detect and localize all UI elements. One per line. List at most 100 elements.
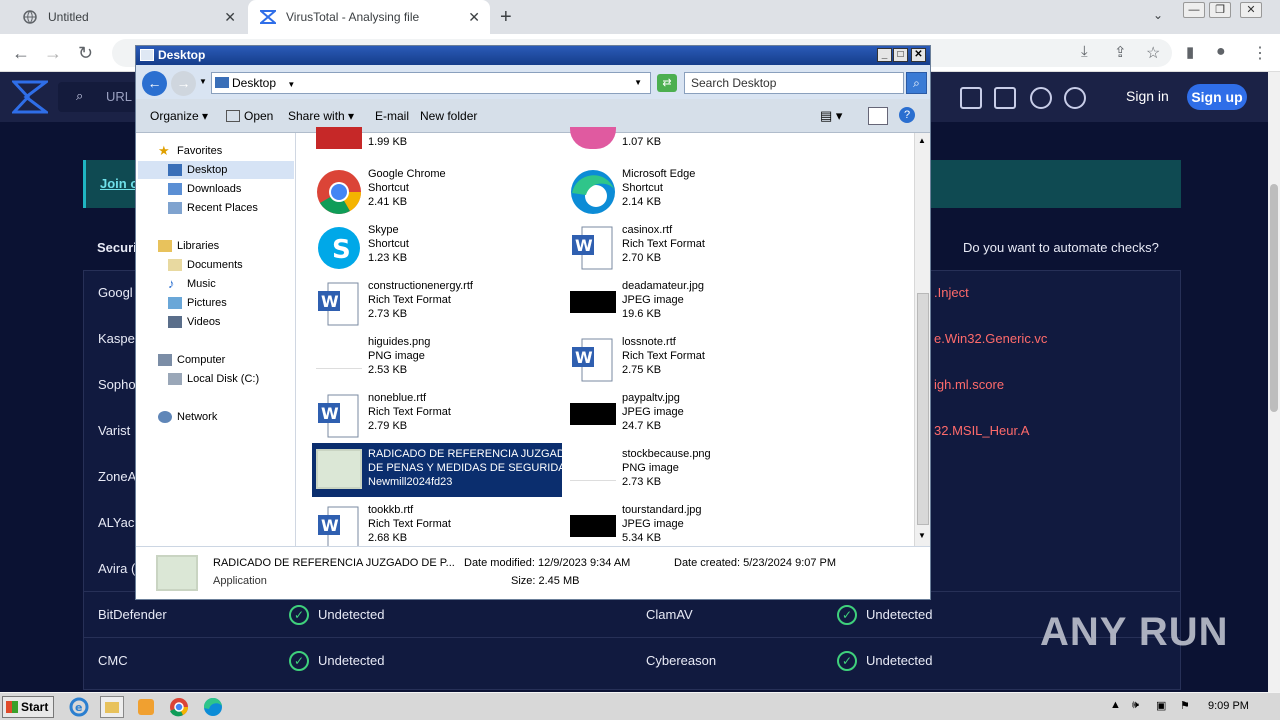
side-panel-icon[interactable]: ▮ bbox=[1186, 43, 1194, 61]
scrollbar-thumb[interactable] bbox=[917, 293, 929, 525]
nav-libraries[interactable]: Libraries bbox=[158, 240, 219, 252]
close-tab-icon[interactable]: ✕ bbox=[224, 9, 236, 26]
help-icon[interactable]: ? bbox=[899, 107, 915, 123]
close-window-icon[interactable]: ✕ bbox=[1240, 2, 1262, 18]
maximize-button[interactable]: □ bbox=[893, 48, 908, 62]
organize-button[interactable]: Organize ▾ bbox=[150, 109, 208, 123]
file-item[interactable]: W tookkb.rtf Rich Text Format 2.68 KB bbox=[312, 499, 562, 553]
breadcrumb-arrow-icon[interactable]: ▼ bbox=[287, 80, 295, 89]
window-titlebar[interactable]: Desktop _ □ ✕ bbox=[136, 46, 930, 65]
virustotal-icon bbox=[260, 9, 276, 25]
file-list-scrollbar[interactable]: ▲ ▼ bbox=[914, 133, 930, 546]
file-item[interactable]: tourstandard.jpg JPEG image 5.34 KB bbox=[566, 499, 816, 553]
edge-taskbar-icon[interactable] bbox=[202, 696, 226, 718]
nav-desktop[interactable]: Desktop bbox=[168, 164, 227, 176]
signin-link[interactable]: Sign in bbox=[1126, 88, 1169, 104]
tray-sound-icon[interactable]: 🕪 bbox=[1132, 699, 1139, 712]
chat-icon[interactable] bbox=[994, 87, 1016, 109]
email-button[interactable]: E-mail bbox=[375, 109, 409, 123]
nav-local-disk[interactable]: Local Disk (C:) bbox=[168, 373, 259, 385]
refresh-button[interactable]: ⇄ bbox=[657, 74, 677, 92]
help-icon[interactable] bbox=[1030, 87, 1052, 109]
new-folder-button[interactable]: New folder bbox=[420, 109, 477, 123]
ie-icon[interactable]: e bbox=[68, 696, 92, 718]
tab-bar: Untitled ✕ VirusTotal - Analysing file ✕… bbox=[0, 0, 1280, 34]
clock[interactable]: 9:09 PM bbox=[1208, 700, 1249, 712]
profile-icon[interactable]: ● bbox=[1216, 43, 1226, 61]
nav-music[interactable]: ♪ Music bbox=[168, 276, 216, 291]
restore-icon[interactable]: ❐ bbox=[1209, 2, 1231, 18]
explorer-taskbar-icon[interactable] bbox=[100, 696, 124, 718]
page-scrollbar[interactable] bbox=[1268, 72, 1280, 692]
nav-network[interactable]: Network bbox=[158, 411, 217, 423]
file-item[interactable]: W lossnote.rtf Rich Text Format 2.75 KB bbox=[566, 331, 816, 385]
virustotal-logo-icon[interactable] bbox=[12, 80, 48, 114]
tab-untitled[interactable]: Untitled ✕ bbox=[8, 0, 246, 34]
search-icon[interactable]: ⌕ bbox=[906, 72, 927, 94]
tab-virustotal[interactable]: VirusTotal - Analysing file ✕ bbox=[248, 0, 490, 34]
minimize-button[interactable]: _ bbox=[877, 48, 892, 62]
address-dropdown-icon[interactable]: ▼ bbox=[634, 78, 642, 87]
close-button[interactable]: ✕ bbox=[911, 48, 926, 62]
tray-flag-icon[interactable]: ⚑ bbox=[1180, 699, 1190, 712]
back-button[interactable]: ← bbox=[142, 71, 167, 96]
address-field[interactable]: Desktop ▼ ▼ bbox=[211, 72, 651, 94]
close-tab-icon[interactable]: ✕ bbox=[468, 9, 480, 26]
file-item[interactable]: S Skype Shortcut 1.23 KB bbox=[312, 219, 562, 273]
share-with-button[interactable]: Share with ▾ bbox=[288, 109, 354, 123]
music-icon: ♪ bbox=[168, 276, 175, 291]
back-icon[interactable]: ← bbox=[12, 43, 30, 64]
tray-network-icon[interactable]: ▣ bbox=[1156, 699, 1166, 712]
engine-name: Cybereason bbox=[646, 653, 717, 668]
media-player-icon[interactable] bbox=[134, 696, 158, 718]
nav-downloads[interactable]: Downloads bbox=[168, 183, 241, 195]
tray-arrow-icon[interactable]: ▲ bbox=[1110, 699, 1121, 711]
file-item[interactable]: stockbecause.png PNG image 2.73 KB bbox=[566, 443, 816, 497]
forward-icon[interactable]: → bbox=[44, 43, 62, 64]
file-item[interactable]: higuides.png PNG image 2.53 KB bbox=[312, 331, 562, 385]
theme-icon[interactable] bbox=[1064, 87, 1086, 109]
file-item[interactable]: paypaltv.jpg JPEG image 24.7 KB bbox=[566, 387, 816, 441]
scrollbar-thumb[interactable] bbox=[1270, 184, 1278, 412]
start-button[interactable]: Start bbox=[2, 696, 54, 718]
rtf-document-icon: W bbox=[318, 506, 359, 550]
scroll-down-icon[interactable]: ▼ bbox=[918, 531, 926, 540]
nav-videos[interactable]: Videos bbox=[168, 316, 220, 328]
file-item[interactable]: W constructionenergy.rtf Rich Text Format… bbox=[312, 275, 562, 329]
file-item[interactable]: W casinox.rtf Rich Text Format 2.70 KB bbox=[566, 219, 816, 273]
nav-favorites[interactable]: ★ Favorites bbox=[158, 144, 222, 157]
history-dropdown-icon[interactable]: ▼ bbox=[199, 77, 207, 86]
chevron-down-icon[interactable]: ⌄ bbox=[1153, 8, 1163, 22]
section-title: Securi bbox=[97, 240, 137, 255]
reload-icon[interactable]: ↻ bbox=[78, 43, 93, 64]
preview-pane-icon[interactable] bbox=[868, 107, 888, 125]
install-icon[interactable]: ⤓ bbox=[1081, 43, 1088, 60]
nav-computer[interactable]: Computer bbox=[158, 354, 225, 366]
file-item[interactable]: deadamateur.jpg JPEG image 19.6 KB bbox=[566, 275, 816, 329]
scroll-up-icon[interactable]: ▲ bbox=[918, 136, 926, 145]
automate-checks-text[interactable]: Do you want to automate checks? bbox=[963, 240, 1159, 255]
nav-documents[interactable]: Documents bbox=[168, 259, 243, 271]
file-item-selected[interactable]: RADICADO DE REFERENCIA JUZGADO DE PENAS Y… bbox=[312, 443, 575, 497]
view-options-icon[interactable]: ▤ ▾ bbox=[820, 108, 842, 124]
file-item[interactable]: W noneblue.rtf Rich Text Format 2.79 KB bbox=[312, 387, 562, 441]
engine-name: Googl bbox=[98, 285, 133, 300]
share-icon[interactable]: ⇪ bbox=[1114, 43, 1127, 61]
new-tab-icon[interactable]: + bbox=[500, 6, 512, 29]
file-item[interactable]: Microsoft Edge Shortcut 2.14 KB bbox=[566, 163, 816, 217]
forward-button[interactable]: → bbox=[171, 71, 196, 96]
join-link[interactable]: Join o bbox=[100, 176, 138, 191]
signup-button[interactable]: Sign up bbox=[1187, 84, 1247, 110]
menu-icon[interactable]: ⋮ bbox=[1252, 43, 1268, 63]
nav-pictures[interactable]: Pictures bbox=[168, 297, 227, 309]
upload-icon[interactable] bbox=[960, 87, 982, 109]
chrome-taskbar-icon[interactable] bbox=[168, 696, 192, 718]
file-item[interactable]: Google Chrome Shortcut 2.41 KB bbox=[312, 163, 562, 217]
minimize-icon[interactable]: — bbox=[1183, 2, 1205, 18]
nav-recent-places[interactable]: Recent Places bbox=[168, 202, 258, 214]
computer-icon bbox=[158, 354, 172, 366]
engine-name: ZoneA bbox=[98, 469, 137, 484]
bookmark-star-icon[interactable]: ☆ bbox=[1146, 43, 1160, 63]
open-button[interactable]: Open bbox=[244, 109, 273, 123]
search-input[interactable]: Search Desktop bbox=[684, 72, 904, 94]
